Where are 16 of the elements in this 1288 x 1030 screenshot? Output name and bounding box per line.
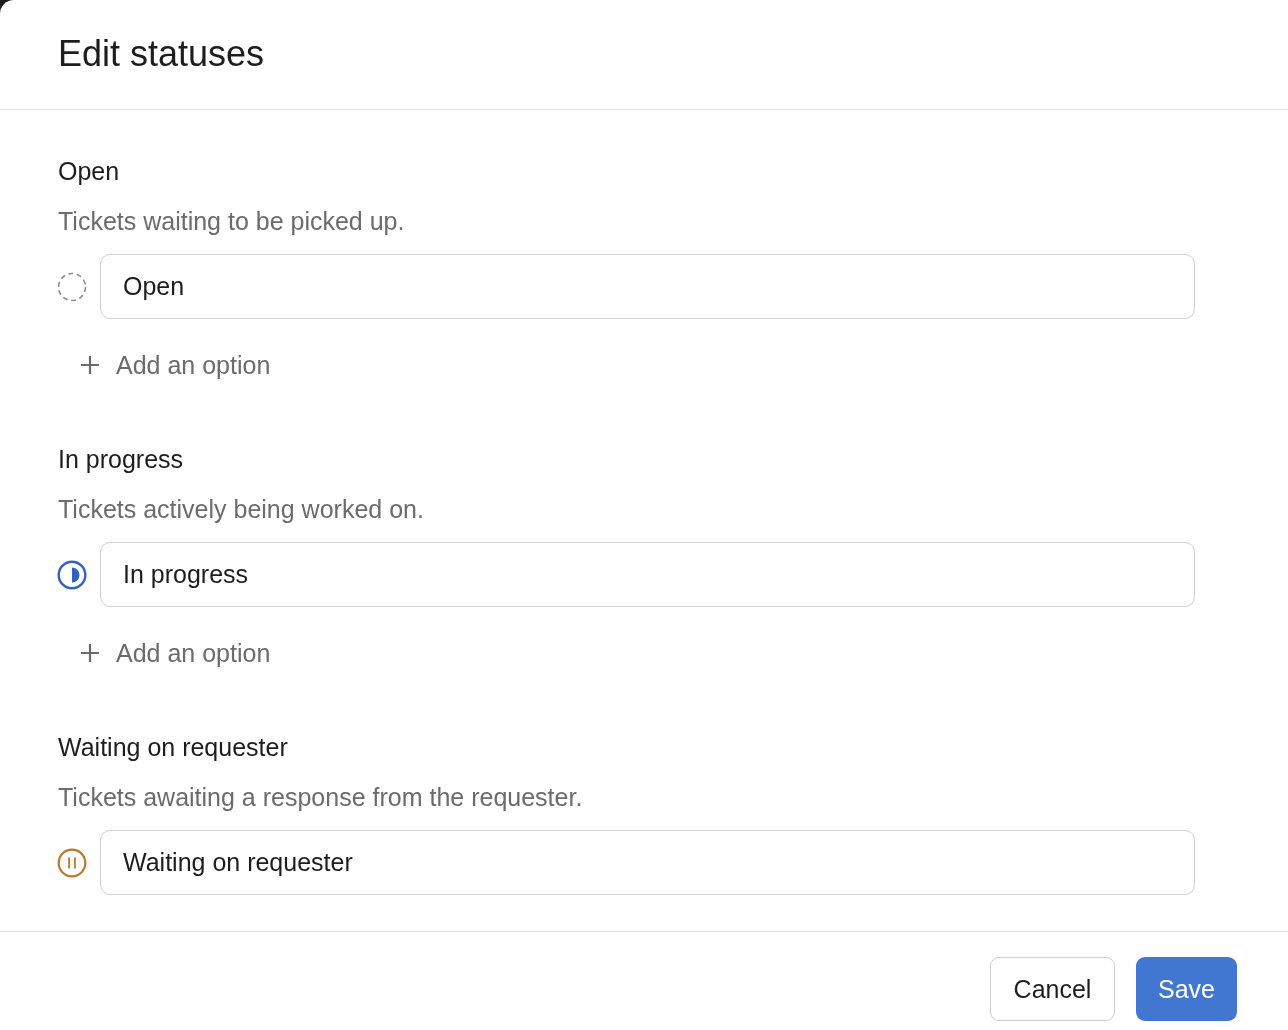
plus-icon xyxy=(81,644,99,662)
status-description: Tickets awaiting a response from the requester. xyxy=(58,782,583,812)
add-option-button[interactable]: Add an option xyxy=(81,350,271,380)
dialog-title: Edit statuses xyxy=(58,31,265,76)
status-name-field[interactable]: Waiting on requester xyxy=(100,830,1195,895)
status-label: Open xyxy=(58,156,120,186)
status-label: In progress xyxy=(58,444,184,474)
status-label: Waiting on requester xyxy=(58,732,288,762)
status-description: Tickets waiting to be picked up. xyxy=(58,206,405,236)
add-option-button[interactable]: Add an option xyxy=(81,638,271,668)
save-button[interactable]: Save xyxy=(1136,957,1237,1021)
status-name-field[interactable]: In progress xyxy=(100,542,1195,607)
status-name-field[interactable]: Open xyxy=(100,254,1195,319)
cancel-button[interactable]: Cancel xyxy=(990,957,1115,1021)
plus-icon xyxy=(81,356,99,374)
status-description: Tickets actively being worked on. xyxy=(58,494,424,524)
